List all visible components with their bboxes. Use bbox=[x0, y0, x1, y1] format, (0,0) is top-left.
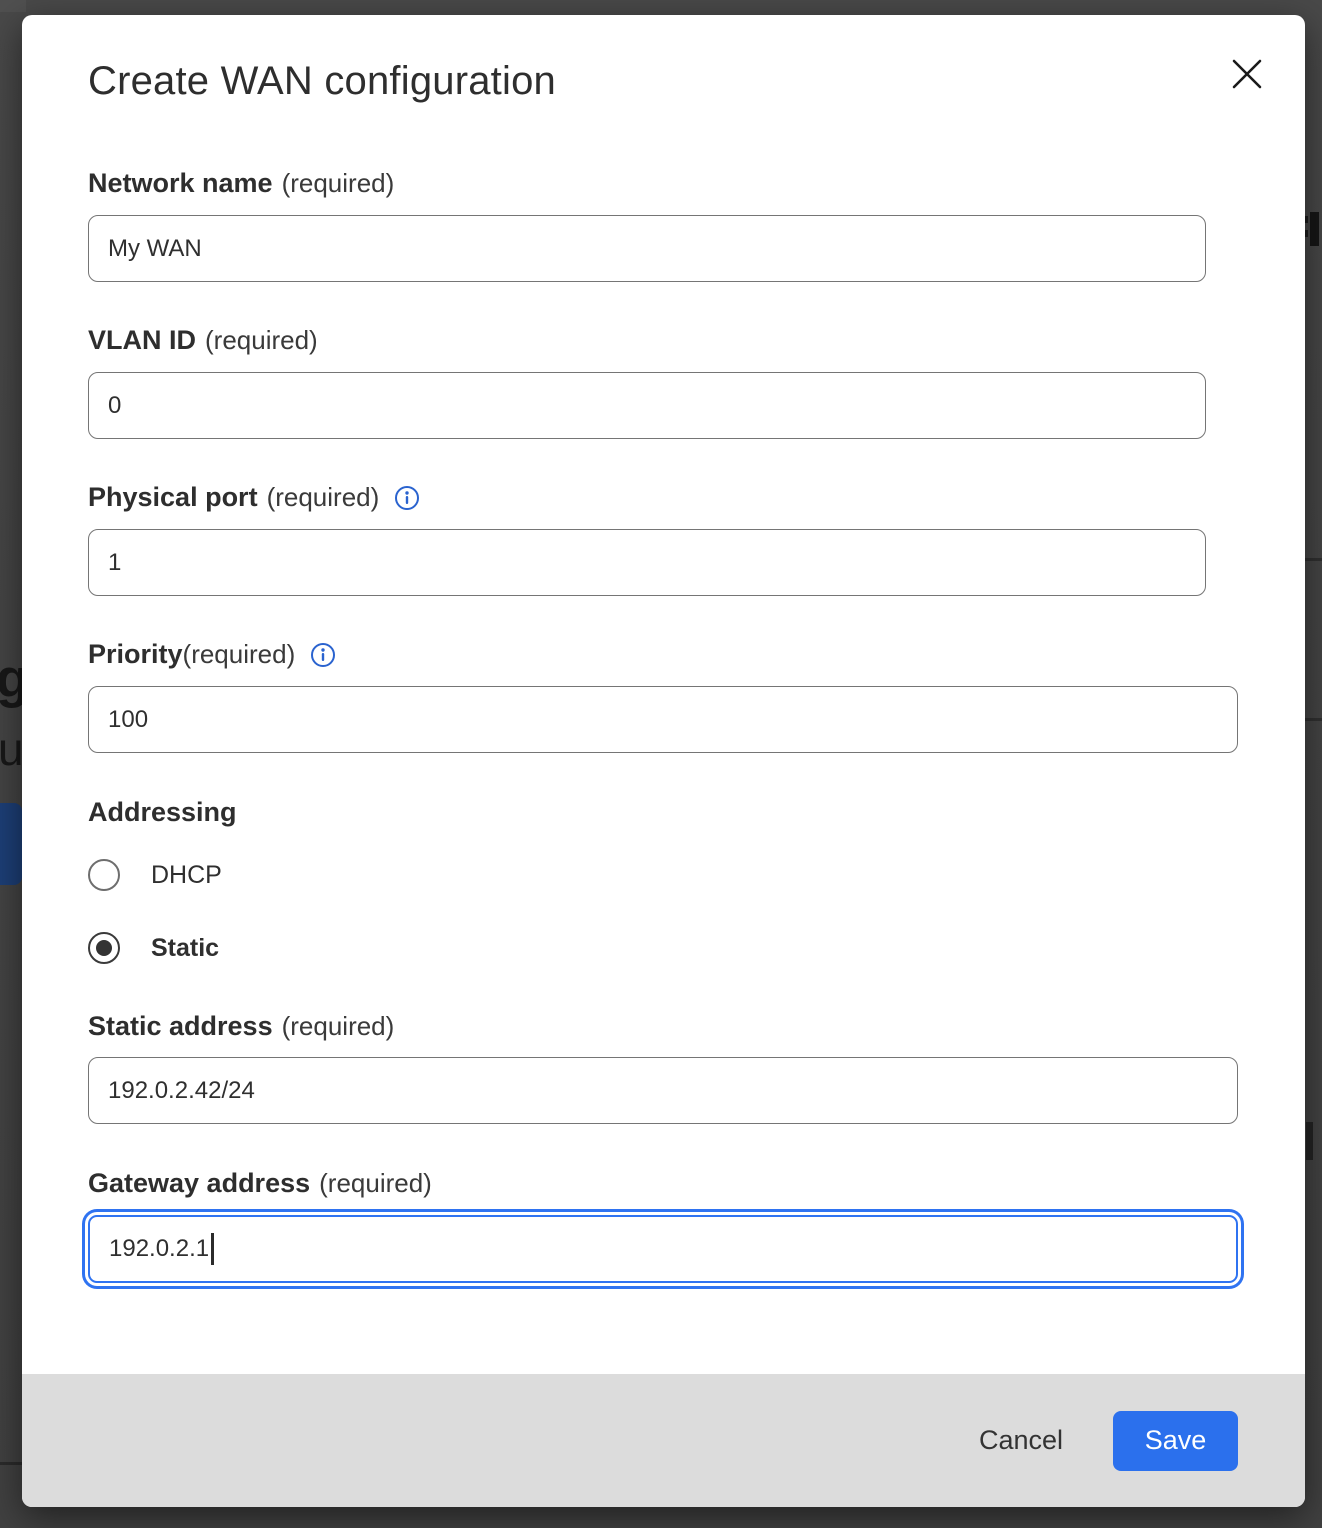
network-name-label: Network name (required) bbox=[88, 167, 1238, 199]
radio-option-static[interactable]: Static bbox=[88, 928, 1238, 968]
background-fragment bbox=[1305, 558, 1322, 561]
required-hint: (required) bbox=[267, 481, 380, 513]
close-button[interactable] bbox=[1227, 55, 1267, 95]
physical-port-input[interactable]: 1 bbox=[88, 529, 1206, 596]
background-fragment bbox=[0, 803, 22, 885]
required-hint: (required) bbox=[183, 638, 296, 670]
create-wan-dialog: Create WAN configuration Network name (r… bbox=[22, 15, 1305, 1507]
static-address-input[interactable]: 192.0.2.42/24 bbox=[88, 1057, 1238, 1124]
priority-input[interactable]: 100 bbox=[88, 686, 1238, 753]
gateway-address-input[interactable]: 192.0.2.1 bbox=[88, 1215, 1238, 1283]
gateway-address-label: Gateway address (required) bbox=[88, 1167, 1238, 1199]
background-fragment bbox=[1310, 212, 1319, 246]
cancel-button[interactable]: Cancel bbox=[979, 1425, 1063, 1456]
background-fragment: u bbox=[0, 722, 24, 776]
text-cursor bbox=[211, 1233, 214, 1265]
required-hint: (required) bbox=[205, 324, 318, 356]
vlan-id-input[interactable]: 0 bbox=[88, 372, 1206, 439]
save-button[interactable]: Save bbox=[1113, 1411, 1238, 1471]
info-icon[interactable] bbox=[394, 485, 420, 511]
info-icon[interactable] bbox=[310, 642, 336, 668]
required-hint: (required) bbox=[282, 1010, 395, 1042]
vlan-id-label: VLAN ID (required) bbox=[88, 324, 1238, 356]
radio-option-dhcp[interactable]: DHCP bbox=[88, 855, 1238, 895]
priority-label: Priority (required) bbox=[88, 638, 1238, 670]
background-fragment bbox=[0, 1462, 22, 1465]
background-fragment bbox=[0, 0, 26, 12]
radio-label: DHCP bbox=[151, 861, 222, 890]
required-hint: (required) bbox=[319, 1167, 432, 1199]
required-hint: (required) bbox=[282, 167, 395, 199]
network-name-input[interactable]: My WAN bbox=[88, 215, 1206, 282]
radio-label: Static bbox=[151, 934, 219, 963]
addressing-heading: Addressing bbox=[88, 796, 1238, 828]
close-icon bbox=[1228, 55, 1266, 96]
static-address-label: Static address (required) bbox=[88, 1010, 1238, 1042]
background-fragment bbox=[1305, 718, 1322, 721]
physical-port-label: Physical port (required) bbox=[88, 481, 1238, 513]
dialog-footer: Cancel Save bbox=[22, 1374, 1305, 1507]
background-fragment bbox=[1306, 1122, 1313, 1160]
radio-unselected-icon[interactable] bbox=[88, 859, 120, 891]
radio-selected-icon[interactable] bbox=[88, 932, 120, 964]
dialog-title: Create WAN configuration bbox=[88, 57, 1238, 105]
